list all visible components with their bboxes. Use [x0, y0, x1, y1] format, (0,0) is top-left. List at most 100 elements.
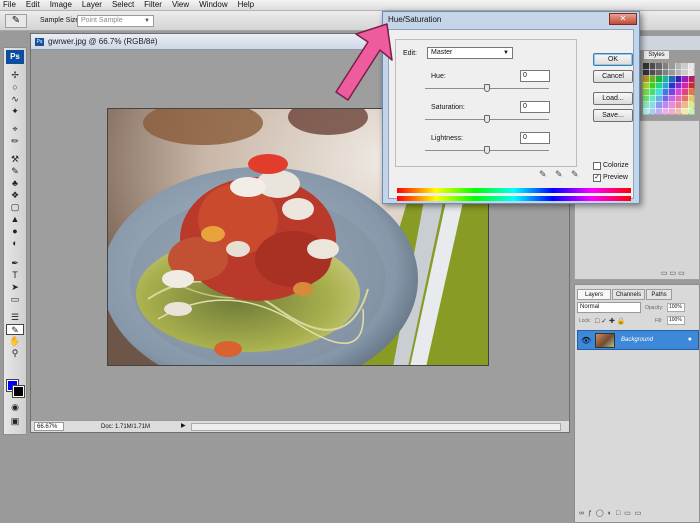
zoom-tool-icon[interactable]: ⚲: [6, 348, 24, 359]
layer-row-background[interactable]: 👁 Background ●: [577, 330, 699, 350]
eyedropper-plus-icon[interactable]: ✎: [555, 169, 563, 180]
clone-stamp-icon[interactable]: ♣: [6, 178, 24, 189]
save-button[interactable]: Save...: [593, 109, 633, 122]
edit-label: Edit:: [403, 50, 418, 57]
hand-tool-icon[interactable]: ✋: [6, 336, 24, 347]
preview-checkbox[interactable]: ✓: [593, 174, 601, 182]
menu-select[interactable]: Select: [107, 0, 139, 10]
document-status-bar: 66.67% Doc: 1.71M/1.71M ▶: [31, 420, 569, 432]
lasso-tool-icon[interactable]: ∿: [6, 94, 24, 105]
hue-value-field[interactable]: 0: [520, 70, 550, 82]
quick-mask-icon[interactable]: ◉: [6, 402, 24, 413]
path-select-icon[interactable]: ➤: [6, 282, 24, 293]
magic-wand-icon[interactable]: ✦: [6, 106, 24, 117]
opacity-label: Opacity:: [645, 305, 664, 311]
chevron-down-icon: ▼: [503, 50, 509, 56]
healing-brush-icon[interactable]: ⚒: [6, 154, 24, 165]
eyedropper-minus-icon[interactable]: ✎: [571, 169, 579, 180]
menu-window[interactable]: Window: [194, 0, 232, 10]
eye-icon[interactable]: 👁: [581, 336, 591, 345]
ok-button[interactable]: OK: [593, 53, 633, 66]
sample-size-label: Sample Size:: [40, 17, 82, 24]
hue-label: Hue:: [431, 73, 446, 80]
tab-channels[interactable]: Channels: [612, 289, 645, 300]
eyedropper-tool-icon[interactable]: ✎: [6, 324, 24, 335]
color-swatch-grid[interactable]: [643, 63, 695, 115]
layers-panel: Layers Channels Paths Normal Opacity: 10…: [574, 284, 700, 523]
dialog-title: Hue/Saturation: [388, 15, 442, 24]
load-button[interactable]: Load...: [593, 92, 633, 105]
blend-mode-select[interactable]: Normal: [577, 302, 641, 313]
pointer-arrow-icon: [335, 23, 393, 101]
gradient-tool-icon[interactable]: ▲: [6, 214, 24, 225]
shape-tool-icon[interactable]: ▭: [6, 294, 24, 305]
saturation-value-field[interactable]: 0: [520, 101, 550, 113]
tab-paths[interactable]: Paths: [646, 289, 672, 300]
cancel-button[interactable]: Cancel: [593, 70, 633, 83]
menu-image[interactable]: Image: [45, 0, 77, 10]
document-size-info: Doc: 1.71M/1.71M: [101, 424, 151, 430]
menu-layer[interactable]: Layer: [77, 0, 107, 10]
brush-tool-icon[interactable]: ✎: [6, 166, 24, 177]
layer-thumbnail: [595, 333, 615, 348]
ps-logo: Ps: [6, 50, 24, 64]
swatches-panel: [642, 62, 695, 115]
menu-filter[interactable]: Filter: [139, 0, 167, 10]
blur-tool-icon[interactable]: ●: [6, 226, 24, 237]
zoom-level-field[interactable]: 66.67%: [34, 422, 64, 431]
hue-slider-thumb[interactable]: [484, 84, 490, 92]
dodge-tool-icon[interactable]: ◐: [6, 238, 24, 249]
menu-edit[interactable]: Edit: [21, 0, 45, 10]
history-brush-icon[interactable]: ❖: [6, 190, 24, 201]
menu-view[interactable]: View: [167, 0, 194, 10]
colorize-label: Colorize: [603, 162, 629, 169]
panel-footer-icons[interactable]: ▭ ▭ ▭: [661, 269, 685, 277]
eyedropper-icon[interactable]: ✎: [5, 14, 27, 28]
saturation-slider-thumb[interactable]: [484, 115, 490, 123]
tools-panel: Ps ✢ ○ ∿ ✦ ⌖ ✏ ⚒ ✎ ♣ ❖ ▢ ▲ ● ◐ ✒ T ➤ ▭ ☰…: [3, 47, 27, 435]
type-tool-icon[interactable]: T: [6, 270, 24, 281]
output-color-bar: [397, 196, 631, 201]
lock-icon: ●: [687, 336, 692, 343]
horizontal-scrollbar[interactable]: [191, 423, 561, 431]
pen-tool-icon[interactable]: ✒: [6, 258, 24, 269]
lock-options-icons[interactable]: □ ✓ ✚ 🔒: [595, 317, 626, 325]
sample-size-select[interactable]: Point Sample ▼: [77, 15, 154, 27]
marquee-tool-icon[interactable]: ○: [6, 82, 24, 93]
input-color-bar: [397, 188, 631, 193]
saturation-label: Saturation:: [431, 104, 465, 111]
menu-file[interactable]: File: [0, 0, 21, 10]
close-icon[interactable]: ✕: [609, 13, 637, 25]
sample-size-value: Point Sample: [81, 17, 123, 24]
layers-footer-icons[interactable]: ∞ƒ◯◐□▭▭: [579, 509, 645, 517]
menu-help[interactable]: Help: [233, 0, 259, 10]
colorize-checkbox[interactable]: [593, 162, 601, 170]
crop-tool-icon[interactable]: ⌖: [6, 124, 24, 135]
fill-field[interactable]: 100%: [667, 316, 685, 325]
fill-label: Fill:: [655, 318, 663, 324]
move-tool-icon[interactable]: ✢: [6, 70, 24, 81]
slice-tool-icon[interactable]: ✏: [6, 136, 24, 147]
menu-bar: File Edit Image Layer Select Filter View…: [0, 0, 700, 11]
notes-tool-icon[interactable]: ☰: [6, 312, 24, 323]
opacity-field[interactable]: 100%: [667, 303, 685, 312]
preview-label: Preview: [603, 174, 628, 181]
eraser-tool-icon[interactable]: ▢: [6, 202, 24, 213]
tab-layers[interactable]: Layers: [577, 289, 611, 300]
edit-channel-select[interactable]: Master ▼: [427, 47, 513, 59]
lightness-label: Lightness:: [431, 135, 463, 142]
lightness-slider-thumb[interactable]: [484, 146, 490, 154]
hue-saturation-dialog: Hue/Saturation ✕ Edit: Master ▼ Hue: 0 S…: [382, 11, 640, 204]
screen-mode-icon[interactable]: ▣: [6, 416, 24, 427]
status-menu-arrow-icon[interactable]: ▶: [181, 422, 186, 429]
background-color-swatch[interactable]: [12, 385, 25, 398]
ps-document-icon: Ps: [35, 38, 44, 46]
eyedropper-icon[interactable]: ✎: [539, 169, 547, 180]
lock-label: Lock:: [579, 318, 591, 324]
tab-styles[interactable]: Styles: [643, 50, 670, 60]
panel-dock-bar: [640, 36, 700, 50]
lightness-value-field[interactable]: 0: [520, 132, 550, 144]
layer-name: Background: [621, 337, 654, 343]
edit-channel-value: Master: [431, 49, 453, 56]
document-title: gwrwer.jpg @ 66.7% (RGB/8#): [48, 37, 158, 46]
